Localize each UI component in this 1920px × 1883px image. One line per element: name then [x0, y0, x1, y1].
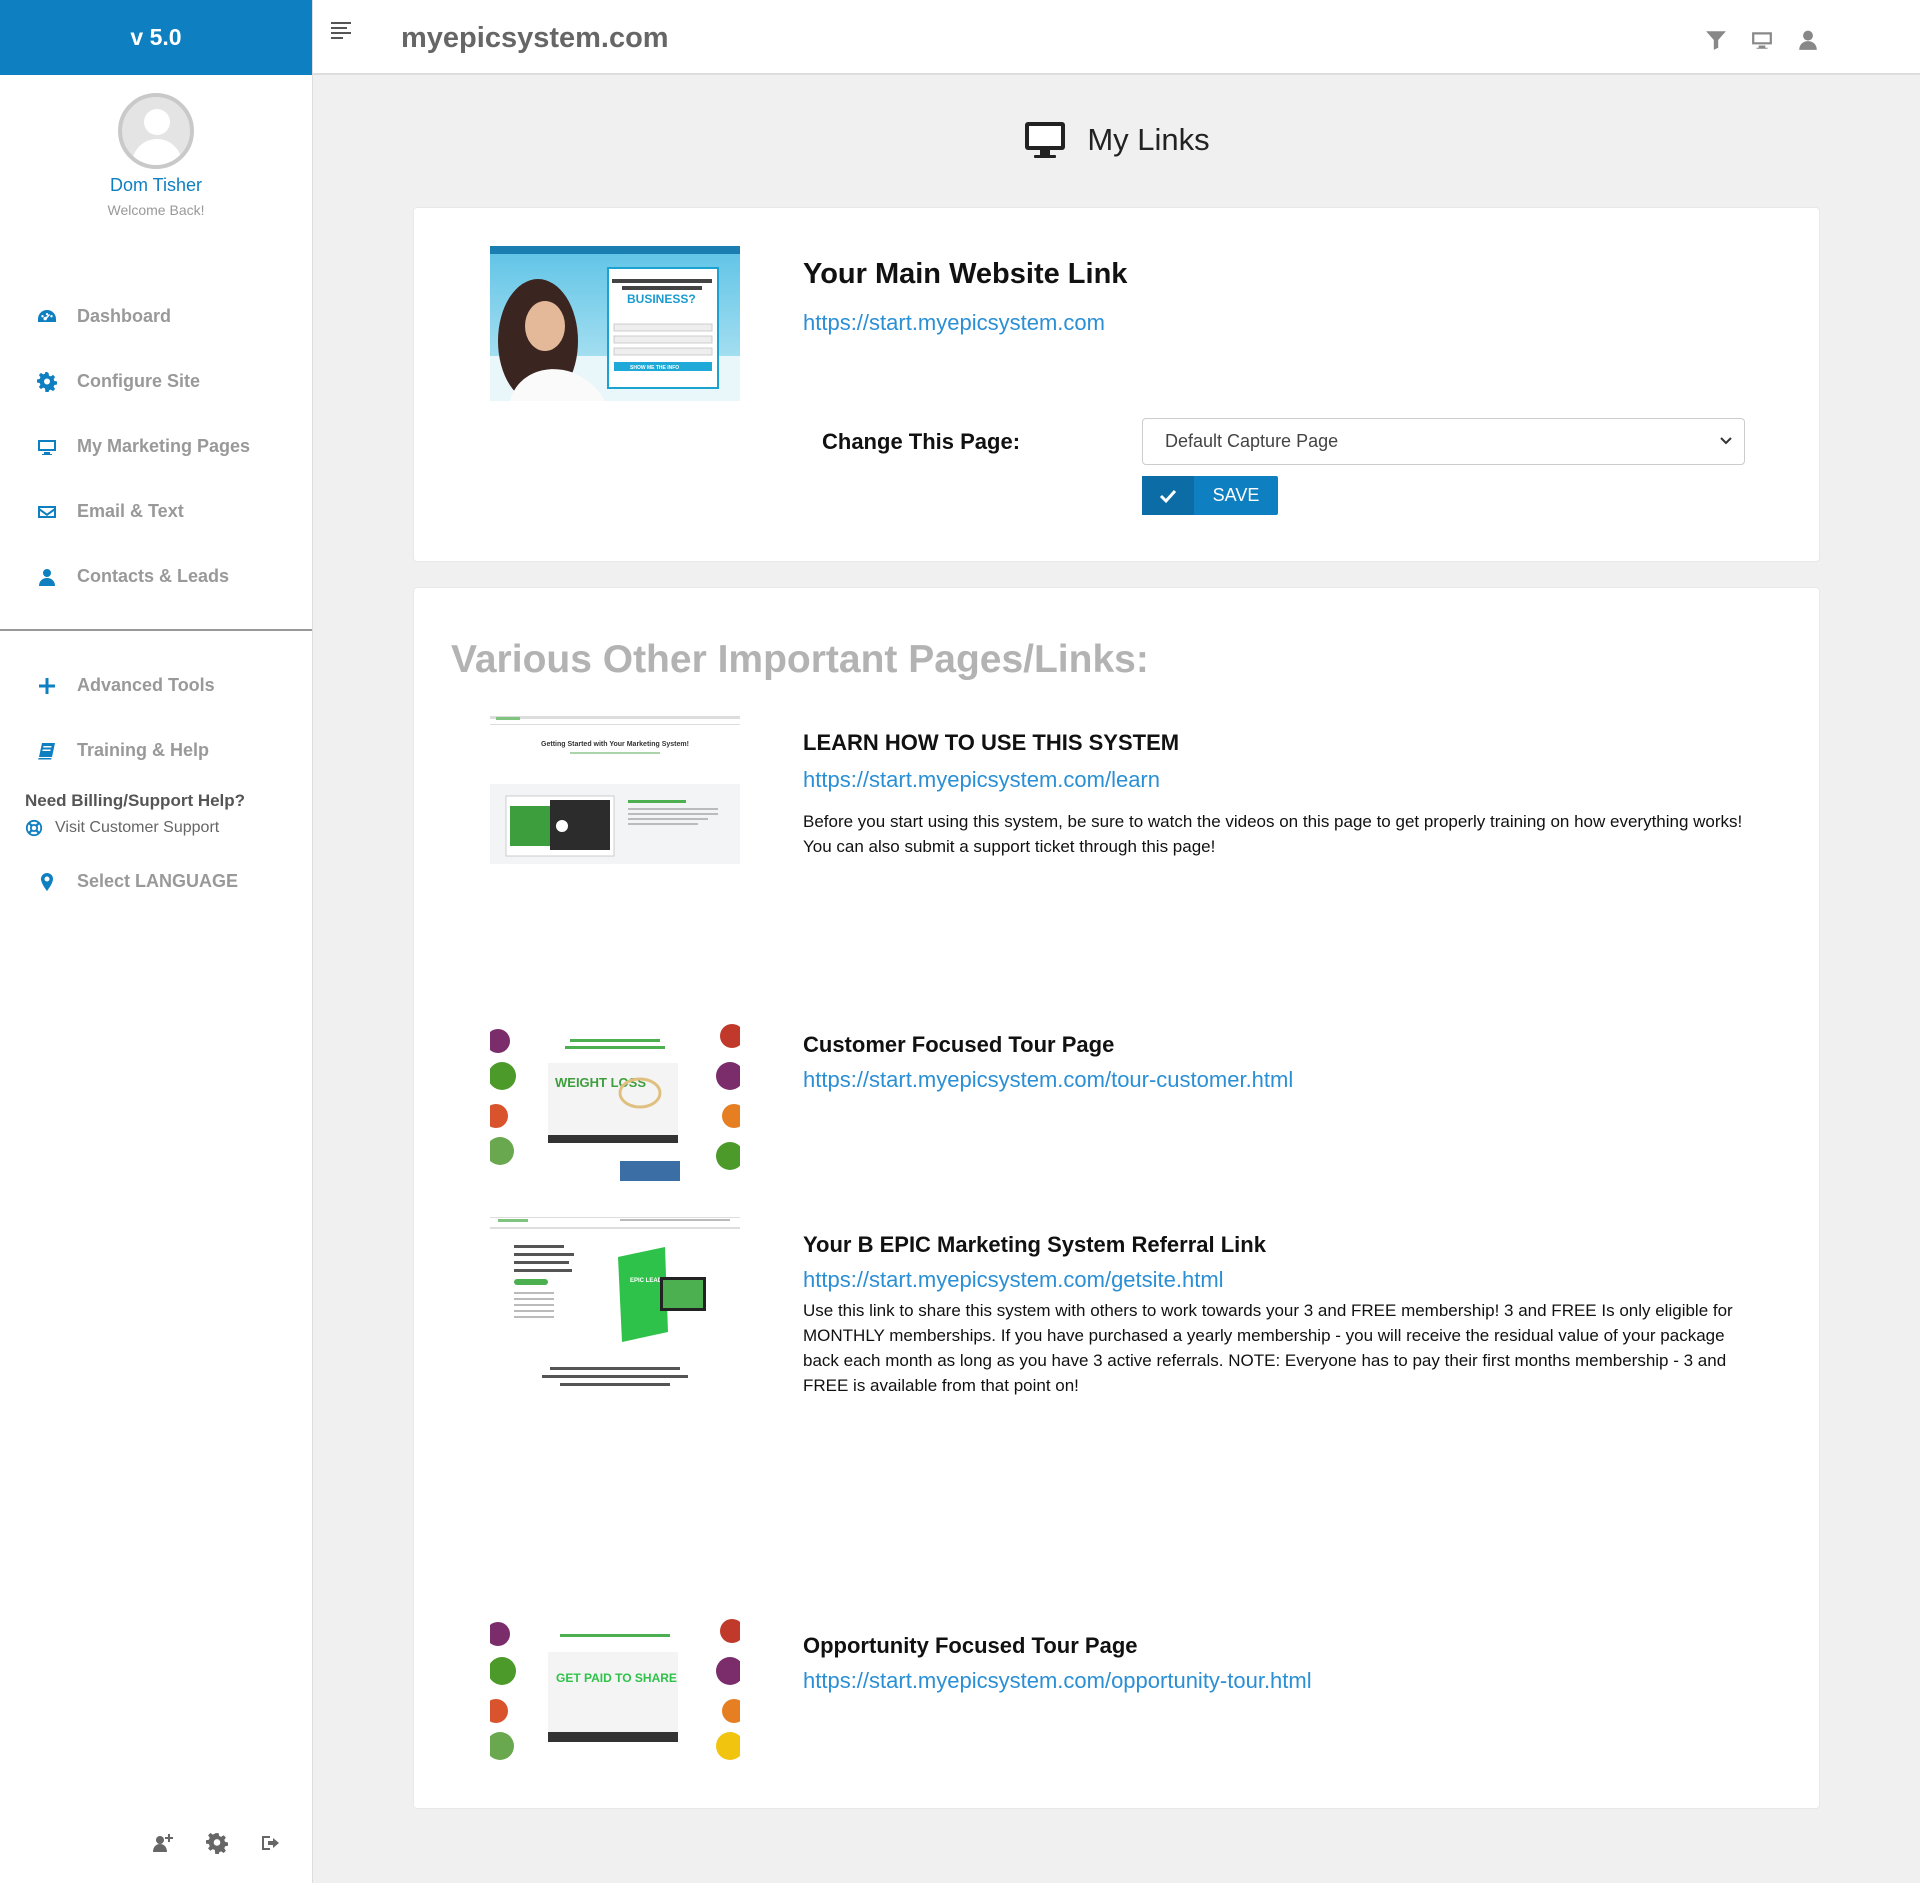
- profile-subtitle: Welcome Back!: [107, 202, 205, 218]
- support-link-label: Visit Customer Support: [55, 819, 220, 836]
- support-block: Need Billing/Support Help? Visit Custome…: [0, 791, 312, 837]
- sidebar-item-label: Training & Help: [77, 740, 210, 760]
- sidebar-divider: [0, 629, 312, 631]
- book-icon: [36, 740, 58, 762]
- main-content: My Links BUSINESS? SHOW ME THE INFO Your…: [313, 75, 1920, 1883]
- version-badge: v 5.0: [0, 0, 312, 75]
- language-label: Select LANGUAGE: [77, 871, 239, 891]
- sidebar-item-advanced-tools[interactable]: Advanced Tools: [0, 653, 312, 718]
- sidebar-item-dashboard[interactable]: Dashboard: [0, 284, 312, 349]
- learn-link-description: Before you start using this system, be s…: [803, 812, 1743, 856]
- sidebar-item-marketing-pages[interactable]: My Marketing Pages: [0, 414, 312, 479]
- desktop-icon[interactable]: [1750, 28, 1774, 52]
- save-button[interactable]: SAVE: [1142, 476, 1278, 515]
- thumb-text: WEIGHT LOSS: [555, 1075, 646, 1090]
- learn-link-url[interactable]: https://start.myepicsystem.com/learn: [803, 767, 1160, 793]
- sidebar-item-label: Advanced Tools: [77, 675, 215, 695]
- select-value: Default Capture Page: [1165, 431, 1339, 451]
- main-link-url[interactable]: https://start.myepicsystem.com: [803, 310, 1105, 336]
- thumb-headline: BUSINESS?: [627, 292, 696, 306]
- opportunity-tour-title: Opportunity Focused Tour Page: [803, 1633, 1138, 1658]
- logout-icon[interactable]: [259, 1831, 283, 1855]
- support-title: Need Billing/Support Help?: [25, 791, 246, 810]
- sidebar-footer: [0, 1831, 313, 1855]
- change-page-label: Change This Page:: [822, 429, 1021, 454]
- customer-support-link[interactable]: Visit Customer Support: [25, 819, 312, 837]
- sidebar-item-email-text[interactable]: Email & Text: [0, 479, 312, 544]
- envelope-icon: [36, 501, 58, 523]
- user-icon: [36, 566, 58, 588]
- main-page-thumbnail[interactable]: BUSINESS? SHOW ME THE INFO: [490, 246, 740, 401]
- map-marker-icon: [36, 871, 58, 893]
- capture-page-select[interactable]: Default Capture Page: [1142, 418, 1745, 465]
- sidebar-item-label: Configure Site: [77, 371, 201, 391]
- lifebuoy-icon: [25, 819, 43, 837]
- desktop-icon: [36, 436, 58, 458]
- sidebar-item-contacts-leads[interactable]: Contacts & Leads: [0, 544, 312, 609]
- learn-page-thumbnail[interactable]: Getting Started with Your Marketing Syst…: [490, 716, 740, 864]
- section-title: Various Other Important Pages/Links:: [451, 638, 1149, 681]
- sidebar-item-label: Email & Text: [77, 501, 184, 521]
- dashboard-icon: [36, 306, 58, 328]
- opportunity-tour-thumbnail[interactable]: GET PAID TO SHARE: [490, 1616, 740, 1763]
- sidebar-item-configure-site[interactable]: Configure Site: [0, 349, 312, 414]
- customer-tour-thumbnail[interactable]: WEIGHT LOSS: [490, 1021, 740, 1181]
- plus-icon: [36, 675, 58, 697]
- thumb-text: Getting Started with Your Marketing Syst…: [541, 741, 689, 748]
- page-heading: My Links: [313, 120, 1920, 160]
- user-icon[interactable]: [1796, 28, 1820, 52]
- top-icons: [1704, 28, 1820, 52]
- profile-name[interactable]: Dom Tisher: [0, 175, 312, 196]
- main-link-title: Your Main Website Link: [803, 258, 1128, 290]
- referral-link-url[interactable]: https://start.myepicsystem.com/getsite.h…: [803, 1267, 1224, 1293]
- other-links-card: Various Other Important Pages/Links: Get…: [413, 587, 1820, 1809]
- user-profile: Dom Tisher Welcome Back!: [0, 75, 312, 293]
- opportunity-tour-url[interactable]: https://start.myepicsystem.com/opportuni…: [803, 1668, 1312, 1694]
- select-language[interactable]: Select LANGUAGE: [0, 849, 312, 914]
- referral-link-title: Your B EPIC Marketing System Referral Li…: [803, 1232, 1266, 1257]
- desktop-icon: [1025, 122, 1066, 158]
- settings-icon[interactable]: [205, 1831, 229, 1855]
- customer-tour-url[interactable]: https://start.myepicsystem.com/tour-cust…: [803, 1067, 1293, 1093]
- gear-icon: [36, 371, 58, 393]
- thumb-button: SHOW ME THE INFO: [630, 365, 679, 371]
- sidebar-item-label: Dashboard: [77, 306, 172, 326]
- add-user-icon[interactable]: [151, 1831, 175, 1855]
- customer-tour-title: Customer Focused Tour Page: [803, 1032, 1115, 1057]
- top-bar: myepicsystem.com: [313, 0, 1920, 75]
- sidebar-item-label: My Marketing Pages: [77, 436, 251, 456]
- site-title: myepicsystem.com: [401, 22, 669, 54]
- referral-page-thumbnail[interactable]: EPIC LEAD GEN: [490, 1217, 740, 1394]
- sidebar: v 5.0 Dom Tisher Welcome Back! Dashboard…: [0, 0, 313, 1883]
- main-link-card: BUSINESS? SHOW ME THE INFO Your Main Web…: [413, 207, 1820, 562]
- menu-toggle-icon[interactable]: [331, 22, 351, 42]
- page-title: My Links: [1087, 122, 1210, 157]
- sidebar-item-label: Contacts & Leads: [77, 566, 230, 586]
- chevron-down-icon: [1720, 437, 1732, 445]
- referral-link-description: Use this link to share this system with …: [803, 1301, 1733, 1395]
- check-icon: [1142, 476, 1194, 515]
- thumb-text: GET PAID TO SHARE: [556, 1671, 677, 1685]
- learn-link-title: LEARN HOW TO USE THIS SYSTEM: [803, 730, 1180, 755]
- save-label: SAVE: [1212, 485, 1260, 505]
- avatar[interactable]: [118, 93, 194, 169]
- sidebar-item-training-help[interactable]: Training & Help: [0, 718, 312, 783]
- filter-icon[interactable]: [1704, 28, 1728, 52]
